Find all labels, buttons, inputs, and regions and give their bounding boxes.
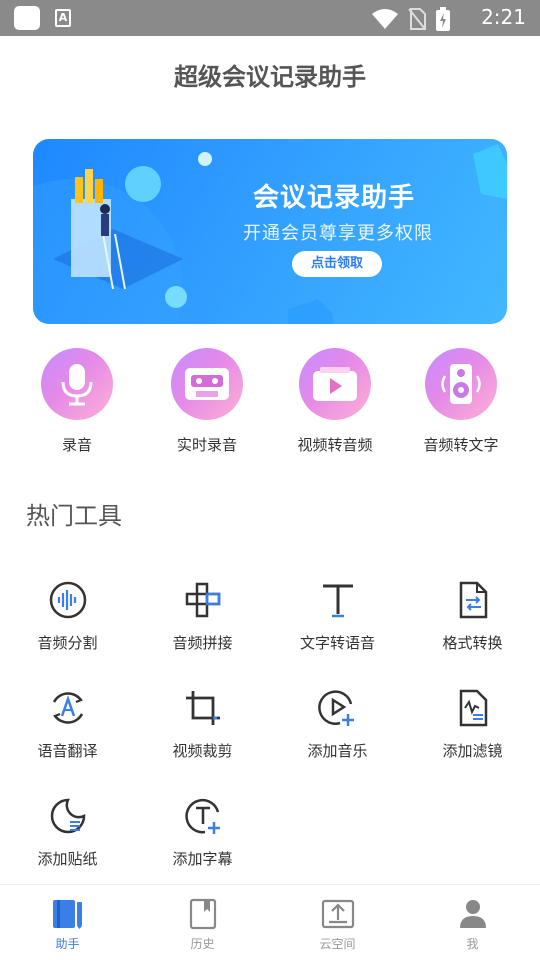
subtitle-add-icon (181, 794, 225, 838)
tool-add-sticker-label: 添加贴纸 (37, 850, 98, 868)
bottom-nav: 助手 历史 云空间 我 (0, 884, 540, 960)
crop-icon (181, 686, 225, 730)
splice-icon (181, 578, 225, 622)
tool-add-music-label: 添加音乐 (307, 742, 368, 760)
tool-add-sticker[interactable]: 添加贴纸 (0, 794, 135, 869)
cassette-icon (171, 348, 243, 420)
quick-live-record-label: 实时录音 (176, 436, 237, 454)
nav-assistant-label: 助手 (55, 937, 80, 951)
nav-cloud-label: 云空间 (319, 937, 356, 951)
quick-live-record[interactable]: 实时录音 (142, 348, 272, 455)
quick-actions: 录音 实时录音 视频转音频 音频转文字 (0, 348, 540, 458)
section-title: 热门工具 (26, 502, 122, 530)
status-bar: A 2:21 (0, 0, 540, 36)
video-play-icon (299, 348, 371, 420)
no-sim-icon (408, 8, 426, 30)
banner-subtitle: 开通会员尊享更多权限 (243, 223, 433, 244)
quick-audio-to-text[interactable]: 音频转文字 (396, 348, 526, 455)
tool-add-subtitle-label: 添加字幕 (172, 850, 233, 868)
tool-add-subtitle[interactable]: 添加字幕 (135, 794, 270, 869)
nav-cloud[interactable]: 云空间 (270, 897, 405, 952)
nav-history[interactable]: 历史 (135, 897, 270, 952)
tool-add-filter[interactable]: 添加滤镜 (405, 686, 540, 761)
speaker-icon (425, 348, 497, 420)
quick-record[interactable]: 录音 (12, 348, 142, 455)
sticker-icon (46, 794, 90, 838)
claim-button[interactable]: 点击领取 (292, 251, 382, 277)
status-icons (372, 7, 450, 31)
status-time: 2:21 (481, 5, 526, 29)
app-title: 超级会议记录助手 (174, 63, 366, 91)
waveform-icon (46, 578, 90, 622)
banner-title: 会议记录助手 (253, 183, 416, 213)
quick-video-to-audio[interactable]: 视频转音频 (270, 348, 400, 455)
nav-assistant[interactable]: 助手 (0, 897, 135, 952)
translate-icon (46, 686, 90, 730)
cloud-upload-icon (270, 897, 405, 931)
profile-icon (405, 897, 540, 931)
tool-voice-translate[interactable]: 语音翻译 (0, 686, 135, 761)
tool-audio-split[interactable]: 音频分割 (0, 578, 135, 653)
filter-file-icon (451, 686, 495, 730)
app-square-icon (14, 6, 40, 30)
tool-voice-translate-label: 语音翻译 (37, 742, 98, 760)
play-add-icon (316, 686, 360, 730)
quick-record-label: 录音 (61, 436, 92, 454)
nav-me[interactable]: 我 (405, 897, 540, 952)
tool-format-convert-label: 格式转换 (442, 634, 503, 652)
quick-video-to-audio-label: 视频转音频 (297, 436, 373, 454)
nav-history-label: 历史 (190, 937, 215, 951)
file-convert-icon (451, 578, 495, 622)
battery-icon (436, 7, 450, 31)
tool-audio-splice[interactable]: 音频拼接 (135, 578, 270, 653)
text-t-icon (316, 578, 360, 622)
tool-text-to-speech[interactable]: 文字转语音 (270, 578, 405, 653)
tool-add-filter-label: 添加滤镜 (442, 742, 503, 760)
membership-banner[interactable]: 会议记录助手 开通会员尊享更多权限 点击领取 (33, 139, 507, 324)
tool-text-to-speech-label: 文字转语音 (299, 634, 375, 652)
tool-video-crop[interactable]: 视频裁剪 (135, 686, 270, 761)
microphone-icon (41, 348, 113, 420)
wifi-icon (372, 9, 398, 29)
tool-video-crop-label: 视频裁剪 (172, 742, 233, 760)
nav-me-label: 我 (466, 937, 479, 951)
tool-audio-splice-label: 音频拼接 (172, 634, 233, 652)
history-bookmark-icon (135, 897, 270, 931)
text-a-icon: A (55, 9, 71, 27)
assistant-book-icon (0, 897, 135, 931)
tool-add-music[interactable]: 添加音乐 (270, 686, 405, 761)
tool-format-convert[interactable]: 格式转换 (405, 578, 540, 653)
tool-audio-split-label: 音频分割 (37, 634, 98, 652)
quick-audio-to-text-label: 音频转文字 (423, 436, 499, 454)
